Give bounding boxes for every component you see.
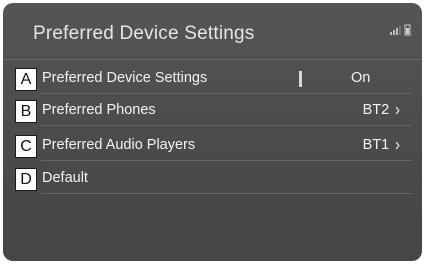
toggle-indicator xyxy=(299,71,302,87)
row-value: BT1 › xyxy=(362,135,400,155)
toggle-value: On xyxy=(351,70,371,86)
row-value: BT2 › xyxy=(362,100,400,120)
status-bar xyxy=(388,23,412,41)
row-divider xyxy=(41,125,412,126)
settings-screen: Preferred Device Settings A Preferred De… xyxy=(3,3,422,261)
title-divider xyxy=(3,59,422,60)
row-label: Preferred Audio Players xyxy=(42,137,196,153)
battery-icon xyxy=(404,24,411,36)
signal-icon xyxy=(390,26,401,35)
preferred-device-settings-row[interactable]: A Preferred Device Settings On xyxy=(15,66,412,94)
preferred-audio-players-row[interactable]: C Preferred Audio Players BT1 › xyxy=(15,133,412,161)
row-label: Preferred Device Settings xyxy=(42,70,208,86)
row-divider xyxy=(41,93,412,94)
row-label: Preferred Phones xyxy=(42,102,156,118)
chevron-right-icon: › xyxy=(395,135,400,155)
row-divider xyxy=(41,193,412,194)
page-title: Preferred Device Settings xyxy=(33,23,255,44)
callout-badge: D xyxy=(15,168,37,191)
chevron-right-icon: › xyxy=(395,100,400,120)
value-text: BT1 xyxy=(362,137,390,153)
value-text: BT2 xyxy=(362,102,390,118)
row-divider xyxy=(41,160,412,161)
default-row[interactable]: D Default xyxy=(15,166,412,194)
preferred-phones-row[interactable]: B Preferred Phones BT2 › xyxy=(15,98,412,126)
callout-badge: B xyxy=(15,100,37,123)
callout-badge: C xyxy=(15,135,37,158)
row-label: Default xyxy=(42,170,88,186)
callout-badge: A xyxy=(15,68,37,91)
